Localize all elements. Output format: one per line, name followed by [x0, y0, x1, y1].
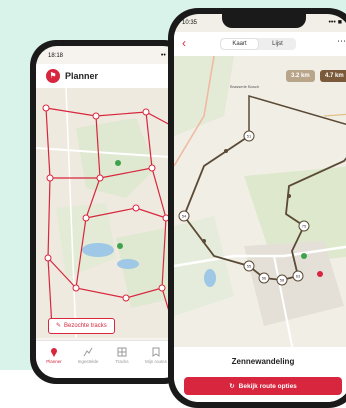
route-map[interactable]: 51 54 55 56 58 63 75 Brasserie Bosch	[174, 56, 346, 356]
visited-tracks-button[interactable]: ✎ Bezochte tracks	[48, 318, 115, 334]
route-screen: 10:35 ••• ■ ‹ Kaart Lijst ⋯ 3.2 km 4.7 k…	[174, 14, 346, 402]
route-name: Zennewandeling	[231, 357, 295, 366]
route-bottom-panel: Zennewandeling ↻ Bekijk route opties	[174, 347, 346, 402]
node-label: 55	[247, 264, 252, 269]
more-options-icon[interactable]: ⋯	[337, 36, 346, 47]
tab-label: Planner	[46, 359, 62, 364]
status-bar: 18:18 •• ■	[36, 46, 184, 64]
view-route-options-button[interactable]: ↻ Bekijk route opties	[184, 377, 342, 395]
planner-phone: 18:18 •• ■ ⚑ Planner ✎ Bezochte tracks P…	[30, 40, 190, 384]
distance-badge-short[interactable]: 3.2 km	[286, 70, 315, 82]
phone-notch	[222, 14, 306, 28]
view-route-options-label: Bekijk route opties	[238, 382, 297, 390]
tab-label: Ingestelde	[77, 359, 99, 364]
planner-map[interactable]	[36, 88, 184, 338]
tab-ingestelde[interactable]: Ingestelde	[74, 347, 102, 364]
route-header: ‹ Kaart Lijst ⋯	[174, 32, 346, 56]
planner-screen: 18:18 •• ■ ⚑ Planner ✎ Bezochte tracks P…	[36, 46, 184, 378]
grid-icon	[117, 347, 127, 357]
app-header: ⚑ Planner	[36, 64, 184, 88]
bottom-tab-bar: Planner Ingestelde Tracks Mijn routes	[36, 340, 184, 378]
town-label: Brasserie Bosch	[230, 84, 259, 89]
back-arrow-icon[interactable]: ‹	[182, 36, 186, 50]
node-label: 58	[280, 278, 285, 283]
node-label: 56	[262, 276, 267, 281]
node-label: 75	[302, 224, 307, 229]
tab-planner[interactable]: Planner	[40, 347, 68, 364]
map-pin-icon	[51, 348, 57, 357]
app-logo-icon: ⚑	[46, 69, 60, 83]
refresh-icon: ↻	[229, 383, 235, 390]
route-icon	[83, 347, 93, 357]
app-title: Planner	[65, 71, 99, 81]
view-toggle: Kaart Lijst	[220, 38, 296, 50]
pencil-icon: ✎	[56, 323, 62, 329]
tab-lijst[interactable]: Lijst	[259, 38, 296, 50]
signal-icon: ••• ■	[328, 19, 342, 26]
node-label: 54	[182, 214, 187, 219]
tab-label: Mijn routes	[144, 359, 167, 364]
tab-kaart[interactable]: Kaart	[221, 39, 258, 49]
bookmark-icon	[152, 347, 160, 357]
visited-tracks-label: Bezochte tracks	[64, 323, 107, 329]
status-time: 10:35	[182, 20, 198, 26]
node-label: 63	[296, 274, 301, 279]
tab-label: Tracks	[115, 359, 129, 364]
node-label: 51	[247, 134, 252, 139]
status-time: 18:18	[48, 53, 64, 59]
route-phone: 10:35 ••• ■ ‹ Kaart Lijst ⋯ 3.2 km 4.7 k…	[168, 8, 346, 408]
distance-badge-long[interactable]: 4.7 km	[320, 70, 346, 82]
tab-tracks[interactable]: Tracks	[108, 347, 136, 364]
tab-mijn-routes[interactable]: Mijn routes	[142, 347, 170, 364]
